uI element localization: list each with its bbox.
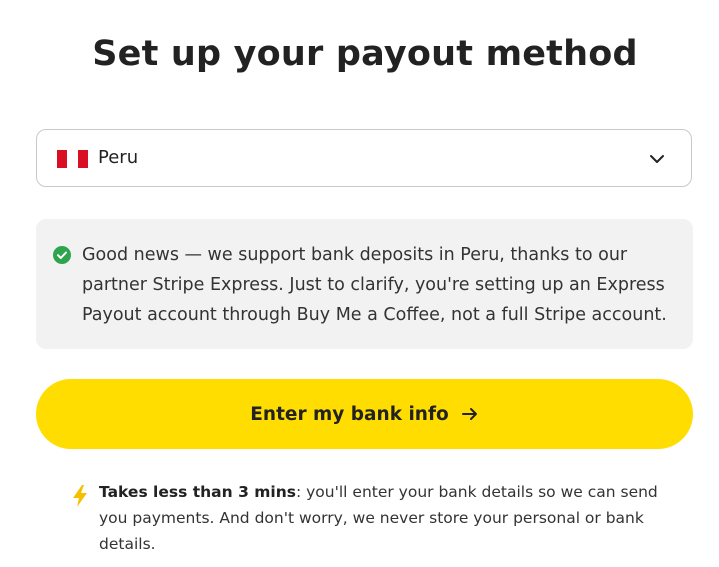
chevron-down-icon [650, 155, 664, 163]
enter-bank-info-button[interactable]: Enter my bank info [36, 379, 693, 449]
info-text: Takes less than 3 mins: you'll enter you… [99, 479, 684, 557]
enter-bank-info-label: Enter my bank info [250, 403, 449, 425]
lightning-bolt-icon [73, 485, 87, 507]
peru-flag-icon [57, 150, 88, 168]
country-select-value: Peru [98, 147, 139, 168]
check-circle-icon [53, 246, 71, 264]
support-notice: Good news — we support bank deposits in … [36, 219, 693, 349]
notice-text: Good news — we support bank deposits in … [82, 245, 667, 325]
country-select[interactable]: Peru [36, 129, 692, 187]
info-bold-text: Takes less than 3 mins [99, 483, 296, 501]
page-title: Set up your payout method [92, 34, 638, 74]
arrow-right-icon [461, 408, 477, 420]
payout-setup-page: Set up your payout method Peru Good news… [0, 0, 719, 567]
